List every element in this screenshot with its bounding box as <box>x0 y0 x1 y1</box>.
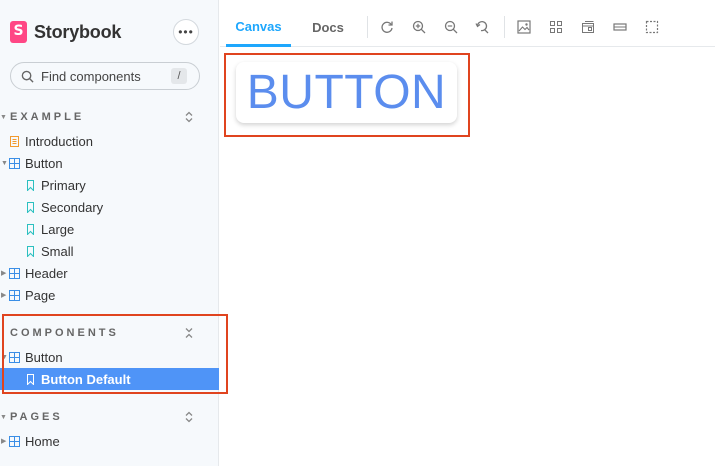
sidebar-item-label: Small <box>41 243 74 259</box>
expand-collapse-icon[interactable] <box>184 111 194 123</box>
sidebar-item-label: Introduction <box>25 133 93 149</box>
viewport-icon[interactable] <box>581 20 595 34</box>
canvas-highlight-box <box>224 53 470 137</box>
sidebar-item-label: Large <box>41 221 75 237</box>
sidebar-item-label: Secondary <box>41 199 104 215</box>
measure-icon[interactable] <box>613 20 627 34</box>
caret-right-icon: ▶ <box>1 270 7 277</box>
background-icon[interactable] <box>517 20 531 34</box>
section-title-label: EXAMPLE <box>10 111 85 123</box>
storybook-logo-icon: S <box>10 21 27 43</box>
tab-docs[interactable]: Docs <box>301 8 355 47</box>
reload-icon[interactable] <box>380 20 394 34</box>
search-shortcut-key: / <box>171 68 187 84</box>
sidebar-item-label: Home <box>25 433 60 449</box>
component-icon <box>9 157 20 169</box>
caret-down-icon: ▼ <box>0 113 7 121</box>
section-example[interactable]: ▼ EXAMPLE <box>0 109 219 125</box>
sidebar-item-introduction[interactable]: Introduction <box>0 130 219 152</box>
sidebar-item-secondary[interactable]: Secondary <box>0 196 219 218</box>
tab-canvas[interactable]: Canvas <box>226 8 291 47</box>
caret-down-icon: ▼ <box>0 413 7 421</box>
bookmark-icon <box>27 223 34 235</box>
bookmark-icon <box>27 245 34 257</box>
caret-right-icon: ▶ <box>1 292 7 299</box>
sidebar-item-label: Page <box>25 287 56 303</box>
brand[interactable]: S Storybook <box>10 20 121 44</box>
bookmark-icon <box>27 179 34 191</box>
sidebar-item-page[interactable]: ▶ Page <box>0 284 219 306</box>
document-icon <box>10 135 19 147</box>
search-box: / <box>10 62 200 90</box>
sidebar-item-header[interactable]: ▶ Header <box>0 262 219 284</box>
search-icon <box>21 70 34 83</box>
components-highlight-box <box>2 314 228 394</box>
sidebar-menu-button[interactable]: ••• <box>173 19 199 45</box>
preview-toolbar: Canvas Docs <box>220 8 715 47</box>
brand-name: Storybook <box>34 21 122 42</box>
bookmark-icon <box>27 201 34 213</box>
section-title-label: PAGES <box>10 411 63 423</box>
outline-icon[interactable] <box>645 20 659 34</box>
zoom-reset-icon[interactable] <box>475 20 489 34</box>
component-icon <box>9 267 20 279</box>
caret-right-icon: ▶ <box>1 438 7 445</box>
sidebar-item-label: Primary <box>41 177 86 193</box>
sidebar: S Storybook ••• / ▼ EXAMPLE Introduction… <box>0 0 219 466</box>
storybook-app: S Storybook ••• / ▼ EXAMPLE Introduction… <box>0 0 715 466</box>
caret-down-icon: ▼ <box>1 159 8 167</box>
toolbar-divider <box>367 16 368 38</box>
sidebar-item-label: Button <box>25 155 63 171</box>
zoom-out-icon[interactable] <box>444 20 458 34</box>
sidebar-item-button[interactable]: ▼ Button <box>0 152 219 174</box>
zoom-in-icon[interactable] <box>412 20 426 34</box>
grid-icon[interactable] <box>549 20 563 34</box>
component-icon <box>9 435 20 447</box>
sidebar-item-primary[interactable]: Primary <box>0 174 219 196</box>
sidebar-item-home[interactable]: ▶ Home <box>0 430 219 452</box>
component-icon <box>9 289 20 301</box>
section-pages[interactable]: ▼ PAGES <box>0 409 219 425</box>
sidebar-item-large[interactable]: Large <box>0 218 219 240</box>
search-input[interactable] <box>41 68 166 84</box>
toolbar-divider <box>504 16 505 38</box>
expand-collapse-icon[interactable] <box>184 411 194 423</box>
sidebar-item-label: Header <box>25 265 68 281</box>
sidebar-item-small[interactable]: Small <box>0 240 219 262</box>
